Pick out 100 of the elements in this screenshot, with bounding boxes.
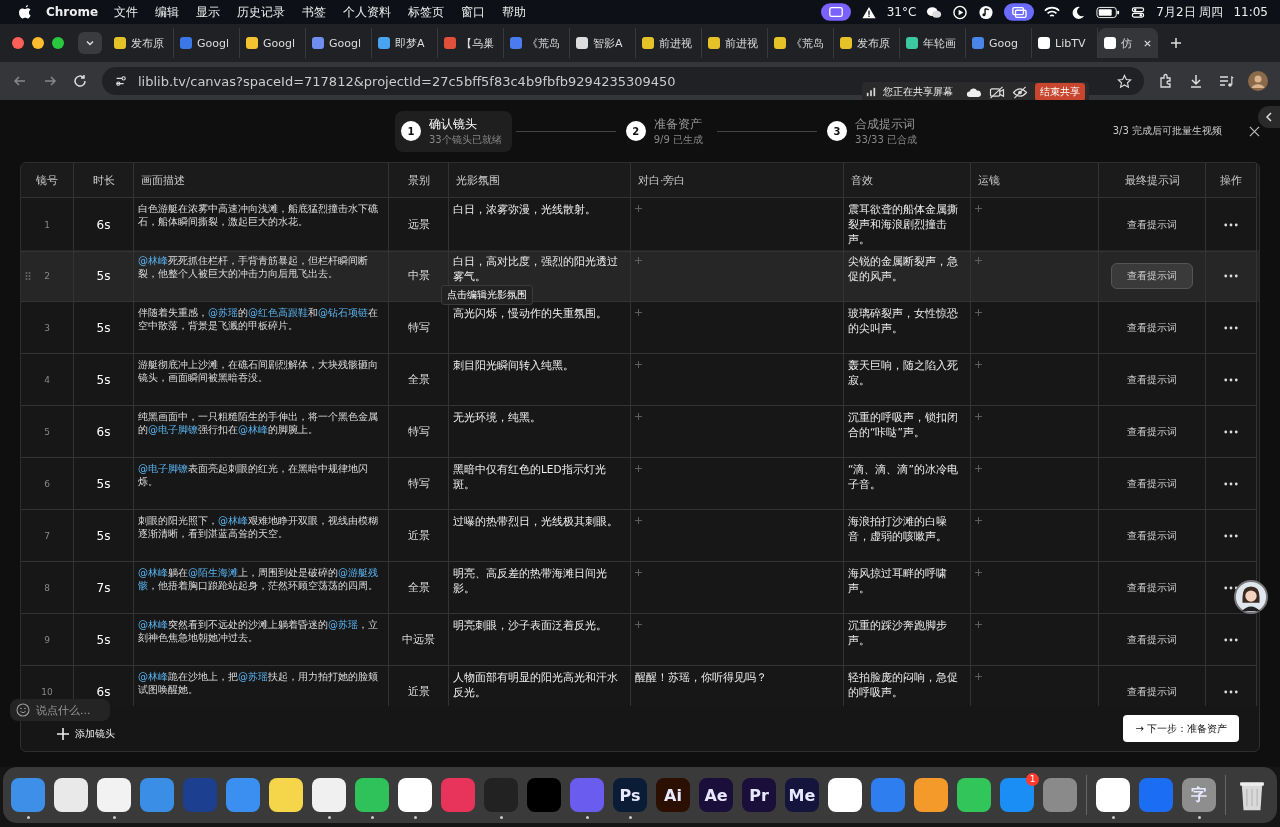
view-prompt-button[interactable]: 查看提示词 [1111,470,1193,497]
sound-effect[interactable]: 玻璃碎裂声，女性惊恐的尖叫声。 [848,306,966,336]
add-icon[interactable] [975,361,982,368]
more-icon[interactable] [1224,429,1238,434]
plus-icon[interactable] [57,727,69,740]
maximize-window-icon[interactable] [52,37,64,49]
browser-tab[interactable]: 仿 [1098,28,1158,58]
close-window-icon[interactable] [12,37,24,49]
add-icon[interactable] [635,569,642,576]
site-settings-icon[interactable] [114,74,128,88]
screen-mirroring-icon[interactable] [1004,3,1035,21]
drag-handle-icon[interactable] [25,270,31,281]
browser-tab[interactable]: 【乌巢 [438,28,504,58]
bookmark-star-icon[interactable] [1117,73,1132,89]
scene-description[interactable]: @林峰突然看到不远处的沙滩上躺着昏迷的@苏瑶，立刻神色焦急地朝她冲过去。 [138,618,384,644]
add-icon[interactable] [635,517,642,524]
chevron-left-icon[interactable] [1265,112,1273,122]
scene-description[interactable]: 白色游艇在浓雾中高速冲向浅滩，船底猛烈撞击水下礁石，船体瞬间撕裂，激起巨大的水花。 [138,202,384,228]
app-icon[interactable] [398,778,432,812]
menu-item[interactable]: 帮助 [502,3,527,21]
browser-tab[interactable]: Googl [306,28,372,58]
lighting-mood[interactable]: 人物面部有明显的阳光高光和汗水反光。 [453,670,626,700]
lighting-mood[interactable]: 明亮刺眼，沙子表面泛着反光。 [453,618,607,633]
add-icon[interactable] [635,465,642,472]
add-icon[interactable] [975,621,982,628]
chat-bubbles-icon[interactable] [926,4,943,20]
temperature[interactable]: 31°C [886,5,917,19]
control-center-icon[interactable] [1130,4,1147,20]
scene-description[interactable]: 伴随着失重感，@苏瑶的@红色高跟鞋和@钻石项链在空中散落，背景是飞溅的甲板碎片。 [138,306,384,332]
chat-input[interactable]: 说点什么... [10,699,110,721]
app-icon[interactable] [355,778,389,812]
shot-size[interactable]: 近景 [407,528,430,543]
add-icon[interactable] [975,569,982,576]
sound-effect[interactable]: 沉重的呼吸声，锁扣闭合的“咔哒”声。 [848,410,966,440]
close-icon[interactable] [1249,125,1260,137]
duration[interactable]: 5s [96,372,111,387]
app-icon[interactable] [269,778,303,812]
shot-size[interactable]: 远景 [407,217,430,232]
more-icon[interactable] [1224,689,1238,694]
shot-size[interactable]: 特写 [407,320,430,335]
duration[interactable]: 5s [96,320,111,335]
media-controls-icon[interactable] [1218,73,1234,89]
step[interactable]: 2 准备资产 9/9 已生成 [619,110,713,152]
chevron-down-icon[interactable] [85,38,95,48]
sound-effect[interactable]: 震耳欲聋的船体金属撕裂声和海浪剧烈撞击声。 [848,202,966,247]
menu-item[interactable]: 编辑 [155,3,180,21]
add-icon[interactable] [975,205,982,212]
sound-effect[interactable]: 海风掠过耳畔的呼啸声。 [848,566,966,596]
duration[interactable]: 6s [96,424,111,439]
duration[interactable]: 6s [96,684,111,699]
scene-description[interactable]: @电子脚镣表面亮起刺眼的红光，在黑暗中规律地闪烁。 [138,462,384,488]
extensions-icon[interactable] [1158,73,1174,89]
more-icon[interactable] [1224,637,1238,642]
view-prompt-button[interactable]: 查看提示词 [1111,262,1193,289]
tab-search-button[interactable] [78,32,102,54]
eye-off-icon[interactable] [1012,85,1028,99]
app-icon[interactable] [1096,778,1130,812]
app-icon[interactable]: Ae [699,778,733,812]
apple-icon[interactable] [18,4,32,20]
lighting-mood[interactable]: 黑暗中仅有红色的LED指示灯光斑。 [453,462,626,492]
menu-item[interactable]: 书签 [302,3,327,21]
add-icon[interactable] [975,465,982,472]
browser-tab[interactable]: Googl [240,28,306,58]
add-icon[interactable] [635,309,642,316]
browser-tab[interactable]: 即梦A [372,28,438,58]
screen-record-icon[interactable] [820,3,851,21]
app-icon[interactable] [54,778,88,812]
dialogue[interactable]: 醒醒！苏瑶，你听得见吗？ [635,670,767,685]
scene-description[interactable]: 游艇彻底冲上沙滩，在礁石间剧烈解体，大块残骸砸向镜头，画面瞬间被黑暗吞没。 [138,358,384,384]
lighting-mood[interactable]: 刺目阳光瞬间转入纯黑。 [453,358,574,373]
app-icon[interactable] [957,778,991,812]
browser-tab[interactable]: 智影A [570,28,636,58]
lighting-mood[interactable]: 白日，高对比度，强烈的阳光透过雾气。 [453,254,626,284]
more-icon[interactable] [1224,481,1238,486]
next-step-button[interactable]: → 下一步：准备资产 [1123,715,1239,742]
menu-item[interactable]: 历史记录 [237,3,286,21]
lighting-mood[interactable]: 高光闪烁，慢动作的失重氛围。 [453,306,607,321]
browser-tab[interactable]: 发布原 [108,28,174,58]
browser-tab[interactable]: 《荒岛 [504,28,570,58]
reload-icon[interactable] [72,73,88,89]
app-icon[interactable]: Ps [613,778,647,812]
lighting-mood[interactable]: 明亮、高反差的热带海滩日间光影。 [453,566,626,596]
browser-tab[interactable]: 前进视 [702,28,768,58]
step[interactable]: 1 确认镜头 33个镜头已就绪 [395,110,512,152]
new-tab-icon[interactable] [1170,37,1182,49]
app-icon[interactable] [828,778,862,812]
more-icon[interactable] [1224,377,1238,382]
battery-icon[interactable] [1096,5,1121,19]
browser-tab[interactable]: 《荒岛 [768,28,834,58]
scene-description[interactable]: 刺眼的阳光照下，@林峰艰难地睁开双眼，视线由模糊逐渐清晰，看到湛蓝高耸的天空。 [138,514,384,540]
stop-sharing-button[interactable]: 结束共享 [1035,83,1085,101]
shot-size[interactable]: 全景 [407,580,430,595]
view-prompt-button[interactable]: 查看提示词 [1111,314,1193,341]
download-icon[interactable] [1188,73,1204,89]
view-prompt-button[interactable]: 查看提示词 [1111,211,1193,238]
app-icon[interactable] [312,778,346,812]
scene-description[interactable]: @林峰躺在@陌生海滩上，周围到处是破碎的@游艇残骸，他捂着胸口踉跄站起身，茫然环顾空荡荡的四周。 [138,566,384,592]
music-icon[interactable] [978,4,995,20]
more-icon[interactable] [1224,585,1238,590]
browser-tab[interactable]: 年轮画 [900,28,966,58]
